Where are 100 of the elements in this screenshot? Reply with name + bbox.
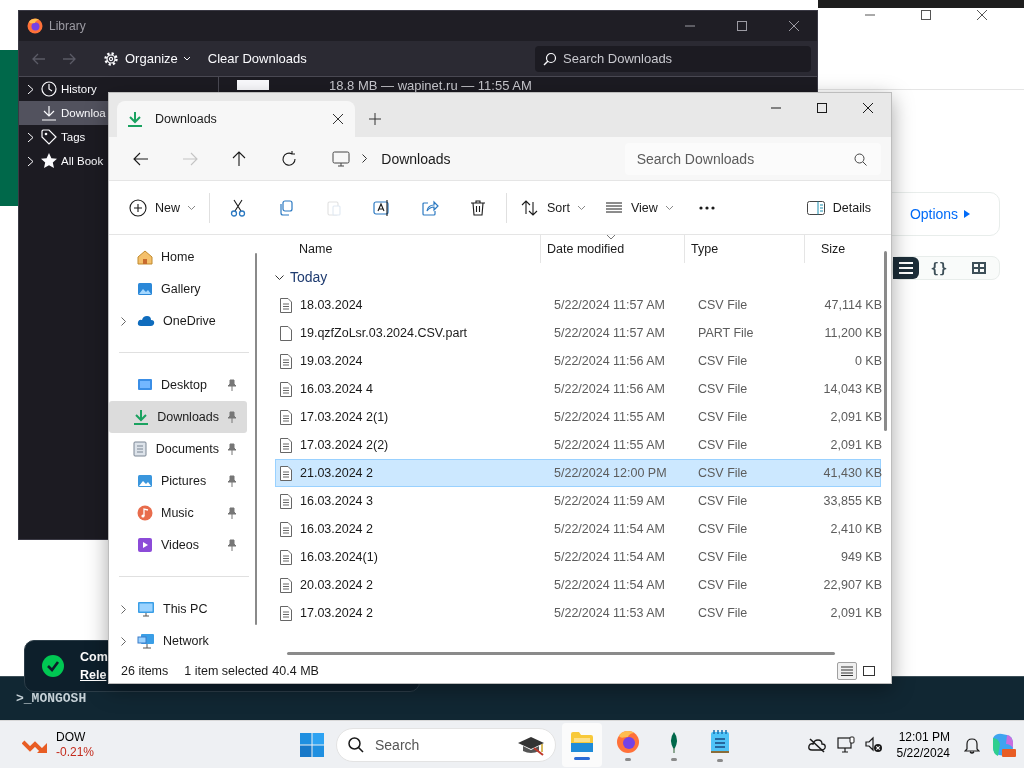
type-cell-text: CSV File — [697, 606, 749, 620]
maximize-icon[interactable] — [817, 103, 827, 113]
file-row[interactable]: 17.03.2024 2(2) 5/22/2024 11:55 AM CSV File 2,091 KB — [275, 431, 881, 459]
search-field[interactable]: Search — [336, 728, 556, 762]
scrollbar-thumb[interactable] — [287, 652, 835, 655]
chevron-right-icon — [362, 154, 368, 163]
close-icon[interactable] — [789, 21, 799, 31]
chevron-right-icon[interactable] — [121, 636, 126, 646]
blank-file-icon — [280, 325, 292, 341]
file-row[interactable]: 17.03.2024 2 5/22/2024 11:53 AM CSV File 2,091 KB — [275, 599, 881, 627]
date-cell-text: 5/22/2024 11:55 AM — [553, 438, 666, 452]
pin-icon[interactable] — [227, 507, 237, 519]
document-icon — [131, 441, 148, 457]
folder-icon[interactable] — [570, 730, 594, 753]
pin-icon[interactable] — [227, 411, 237, 423]
close-icon[interactable] — [977, 10, 987, 20]
check-circle-icon — [42, 655, 64, 677]
search-field[interactable]: Search Downloads — [535, 45, 811, 72]
nav-item[interactable]: Videos — [109, 529, 247, 561]
close-icon[interactable] — [333, 114, 343, 124]
file-row[interactable]: 16.03.2024(1) 5/22/2024 11:54 AM CSV File 949 KB — [275, 543, 881, 571]
nav-item[interactable]: Gallery — [109, 273, 247, 305]
windows-icon — [300, 733, 324, 757]
network-icon[interactable] — [836, 735, 855, 754]
size-cell-text: 949 KB — [840, 550, 882, 564]
view-mode-button[interactable] — [837, 662, 857, 680]
pin-icon[interactable] — [227, 539, 237, 551]
nav-item[interactable]: Network — [109, 625, 247, 657]
file-row[interactable]: 16.03.2024 4 5/22/2024 11:56 AM CSV File 14,043 KB — [275, 375, 881, 403]
chevron-right-icon[interactable] — [121, 604, 126, 614]
speaker-muted-icon[interactable] — [864, 735, 883, 754]
maximize-icon[interactable] — [921, 10, 931, 20]
view-toggle-button[interactable] — [893, 257, 919, 279]
nav-item[interactable]: Home — [109, 241, 247, 273]
caret-down-icon — [183, 56, 190, 61]
breadcrumb-item[interactable]: Downloads — [379, 148, 453, 169]
gallery-icon — [137, 281, 153, 297]
file-name: 16.03.2024 2 — [300, 522, 373, 536]
nav-item[interactable]: Documents — [109, 433, 247, 465]
document-icon — [280, 605, 292, 621]
close-icon[interactable] — [863, 103, 873, 113]
taskbar-app[interactable] — [562, 723, 602, 767]
trash-icon — [469, 198, 487, 217]
scrollbar-thumb[interactable] — [255, 253, 257, 625]
file-row[interactable]: 19.03.2024 5/22/2024 11:56 AM CSV File 0 KB — [275, 347, 881, 375]
tab[interactable]: Downloads — [117, 101, 355, 137]
sidebar-item[interactable]: History — [19, 77, 108, 101]
column-header[interactable]: Size — [805, 235, 881, 263]
sidebar-item[interactable]: Downloa — [19, 101, 108, 125]
maximize-icon[interactable] — [737, 21, 747, 31]
search-field[interactable]: Search Downloads — [624, 142, 881, 175]
type-cell-text: PART File — [697, 326, 755, 340]
clock[interactable]: 12:01 PM 5/22/2024 — [892, 729, 954, 760]
file-name: 19.03.2024 — [300, 354, 363, 368]
sidebar-item[interactable]: All Book — [19, 149, 108, 173]
nav-item[interactable]: Music — [109, 497, 247, 529]
bell-icon[interactable] — [964, 735, 980, 754]
nav-item[interactable]: This PC — [109, 593, 247, 625]
pin-icon[interactable] — [227, 475, 237, 487]
file-row[interactable]: 21.03.2024 2 5/22/2024 12:00 PM CSV File 41,430 KB — [275, 459, 881, 487]
file-row[interactable]: 16.03.2024 3 5/22/2024 11:59 AM CSV File 33,855 KB — [275, 487, 881, 515]
details-button[interactable]: Details — [796, 190, 881, 225]
file-row[interactable]: 18.03.2024 5/22/2024 11:57 AM CSV File 47,114 KB — [275, 291, 881, 319]
caret-down-icon — [665, 205, 673, 210]
firefox-icon[interactable] — [616, 729, 640, 754]
clear-downloads-button[interactable]: Clear Downloads — [201, 48, 313, 69]
toast-link[interactable]: Rele — [80, 668, 108, 682]
pin-icon[interactable] — [227, 379, 237, 391]
nav-item[interactable]: Desktop — [109, 369, 247, 401]
nav-item[interactable]: Pictures — [109, 465, 247, 497]
column-header[interactable]: Type — [685, 235, 805, 263]
file-row[interactable]: 19.qzfZoLsr.03.2024.CSV.part 5/22/2024 11:57 AM PART File 11,200 KB — [275, 319, 881, 347]
stock-widget[interactable]: DOW -0.21% — [18, 728, 99, 761]
sort-button[interactable]: Sort — [511, 190, 595, 225]
nav-item[interactable]: OneDrive — [109, 305, 247, 337]
file-name: 16.03.2024 4 — [300, 382, 373, 396]
type-cell-text: CSV File — [697, 522, 749, 536]
copilot-icon[interactable] — [990, 731, 1016, 758]
gear-icon — [103, 50, 119, 67]
view-button[interactable]: View — [594, 190, 683, 225]
notepad-icon[interactable] — [709, 728, 731, 755]
file-row[interactable]: 16.03.2024 2 5/22/2024 11:54 AM CSV File 2,410 KB — [275, 515, 881, 543]
scrollbar-thumb[interactable] — [884, 251, 887, 431]
new-button[interactable]: New — [119, 190, 205, 225]
cloud-off-icon[interactable] — [806, 736, 827, 753]
file-row[interactable]: 17.03.2024 2(1) 5/22/2024 11:55 AM CSV File 2,091 KB — [275, 403, 881, 431]
organize-menu[interactable]: Organize — [97, 47, 196, 70]
size-cell-text: 2,091 KB — [829, 438, 882, 452]
sidebar-item[interactable]: Tags — [19, 125, 108, 149]
group-header[interactable]: Today — [271, 263, 328, 291]
chevron-right-icon — [27, 156, 33, 166]
column-header[interactable]: Date modified — [541, 235, 685, 263]
chevron-right-icon — [27, 84, 33, 94]
column-header[interactable]: Name — [271, 235, 541, 263]
terminal-prompt: >_MONGOSH — [16, 691, 87, 706]
plus-icon — [369, 113, 381, 125]
chevron-right-icon[interactable] — [121, 316, 126, 326]
nav-item[interactable]: Downloads — [109, 401, 247, 433]
pin-icon[interactable] — [227, 443, 237, 455]
file-row[interactable]: 20.03.2024 2 5/22/2024 11:54 AM CSV File 22,907 KB — [275, 571, 881, 599]
